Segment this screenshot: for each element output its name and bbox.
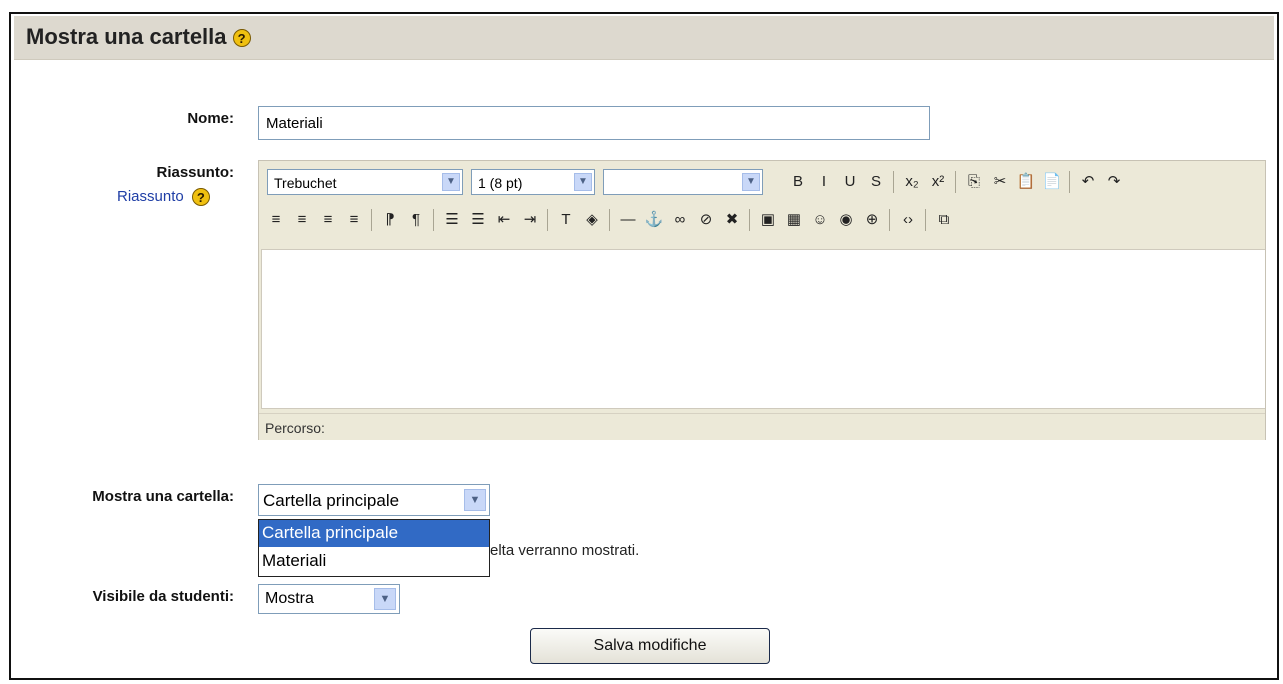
ltr-icon[interactable]: ⁋: [379, 209, 401, 231]
toolbar-separator: [1069, 171, 1070, 193]
rtl-icon[interactable]: ¶: [405, 209, 427, 231]
background-color-icon[interactable]: ◈: [581, 209, 603, 231]
help-icon[interactable]: ?: [232, 29, 251, 48]
path-label: Percorso:: [265, 420, 325, 436]
folder-label: Mostra una cartella:: [92, 488, 234, 505]
toolbar-separator: [749, 209, 750, 231]
toolbar-separator: [925, 209, 926, 231]
underline-icon[interactable]: U: [839, 171, 861, 193]
fullscreen-icon[interactable]: ⧉: [933, 209, 955, 231]
html-source-icon[interactable]: ‹›: [897, 209, 919, 231]
indent-icon[interactable]: ⇥: [519, 209, 541, 231]
undo-icon[interactable]: ↶: [1077, 171, 1099, 193]
font-family-select[interactable]: Trebuchet ▼: [267, 169, 463, 195]
editor-content-area[interactable]: [261, 249, 1265, 409]
text-color-icon[interactable]: T: [555, 209, 577, 231]
format-select[interactable]: ▼: [603, 169, 763, 195]
dropdown-option-cartella-principale[interactable]: Cartella principale: [259, 520, 489, 547]
search-icon[interactable]: ⊕: [861, 209, 883, 231]
ordered-list-icon[interactable]: ☰: [441, 209, 463, 231]
toolbar-separator: [547, 209, 548, 231]
editor-toolbar-row1: Trebuchet ▼ 1 (8 pt) ▼ ▼ B I U Sx₂ x² ⎘ ✂ 📋 📄 ↶ ↷: [259, 161, 1265, 203]
chevron-down-icon: ▼: [742, 173, 760, 191]
toolbar-separator: [889, 209, 890, 231]
toolbar-separator: [893, 171, 894, 193]
dropdown-option-materiali[interactable]: Materiali: [259, 548, 489, 575]
name-label: Nome:: [187, 110, 234, 127]
cut-icon[interactable]: ✂: [989, 171, 1011, 193]
editor-toolbar-row2: ≡ ≡ ≡ ≡ ⁋ ¶ ☰ ☰ ⇤ ⇥ T ◈ — ⚓ ∞ ⊘ ✖ ▣ ▦ ☺ ◉ ⊕ ‹› ⧉: [259, 203, 1265, 241]
align-right-icon[interactable]: ≡: [317, 209, 339, 231]
table-icon[interactable]: ▦: [783, 209, 805, 231]
folder-dropdown-list: Cartella principale Materiali: [258, 519, 490, 577]
smiley-icon[interactable]: ☺: [809, 209, 831, 231]
outdent-icon[interactable]: ⇤: [493, 209, 515, 231]
folder-hint-text: elta verranno mostrati.: [490, 542, 640, 559]
toolbar-separator: [609, 209, 610, 231]
horizontal-rule-icon[interactable]: —: [617, 209, 639, 231]
align-center-icon[interactable]: ≡: [291, 209, 313, 231]
nolink-icon[interactable]: ✖: [721, 209, 743, 231]
folder-select[interactable]: Cartella principale ▼: [258, 484, 490, 516]
align-justify-icon[interactable]: ≡: [343, 209, 365, 231]
strikethrough-icon[interactable]: S: [865, 171, 887, 193]
visible-label: Visibile da studenti:: [92, 588, 234, 605]
rich-text-editor: Trebuchet ▼ 1 (8 pt) ▼ ▼ B I U Sx₂ x² ⎘ ✂ 📋 📄 ↶ ↷ …: [258, 160, 1266, 440]
anchor-icon[interactable]: ⚓: [643, 209, 665, 231]
align-left-icon[interactable]: ≡: [265, 209, 287, 231]
font-size-select[interactable]: 1 (8 pt) ▼: [471, 169, 595, 195]
name-input[interactable]: [258, 106, 930, 140]
summary-help-link[interactable]: Riassunto ?: [117, 188, 210, 207]
paste-icon[interactable]: 📋: [1015, 171, 1037, 193]
toolbar-separator: [433, 209, 434, 231]
bold-icon[interactable]: B: [787, 171, 809, 193]
unlink-icon[interactable]: ⊘: [695, 209, 717, 231]
chevron-down-icon: ▼: [574, 173, 592, 191]
section-header: Mostra una cartella ?: [14, 16, 1274, 60]
chevron-down-icon: ▼: [442, 173, 460, 191]
toolbar-separator: [371, 209, 372, 231]
visible-select[interactable]: Mostra ▼: [258, 584, 400, 614]
page-title: Mostra una cartella ?: [26, 24, 251, 50]
paste-text-icon[interactable]: 📄: [1041, 171, 1063, 193]
toolbar-separator: [955, 171, 956, 193]
chevron-down-icon: ▼: [374, 588, 396, 610]
link-icon[interactable]: ∞: [669, 209, 691, 231]
italic-icon[interactable]: I: [813, 171, 835, 193]
image-icon[interactable]: ▣: [757, 209, 779, 231]
chevron-down-icon: ▼: [464, 489, 486, 511]
editor-path-bar: Percorso:: [259, 413, 1265, 440]
summary-label: Riassunto:: [156, 164, 234, 181]
help-icon[interactable]: ?: [191, 188, 210, 207]
special-char-icon[interactable]: ◉: [835, 209, 857, 231]
subscript-icon[interactable]: x₂: [901, 171, 923, 193]
superscript-icon[interactable]: x²: [927, 171, 949, 193]
save-button[interactable]: Salva modifiche: [530, 628, 770, 664]
redo-icon[interactable]: ↷: [1103, 171, 1125, 193]
copy-icon[interactable]: ⎘: [963, 171, 985, 193]
unordered-list-icon[interactable]: ☰: [467, 209, 489, 231]
